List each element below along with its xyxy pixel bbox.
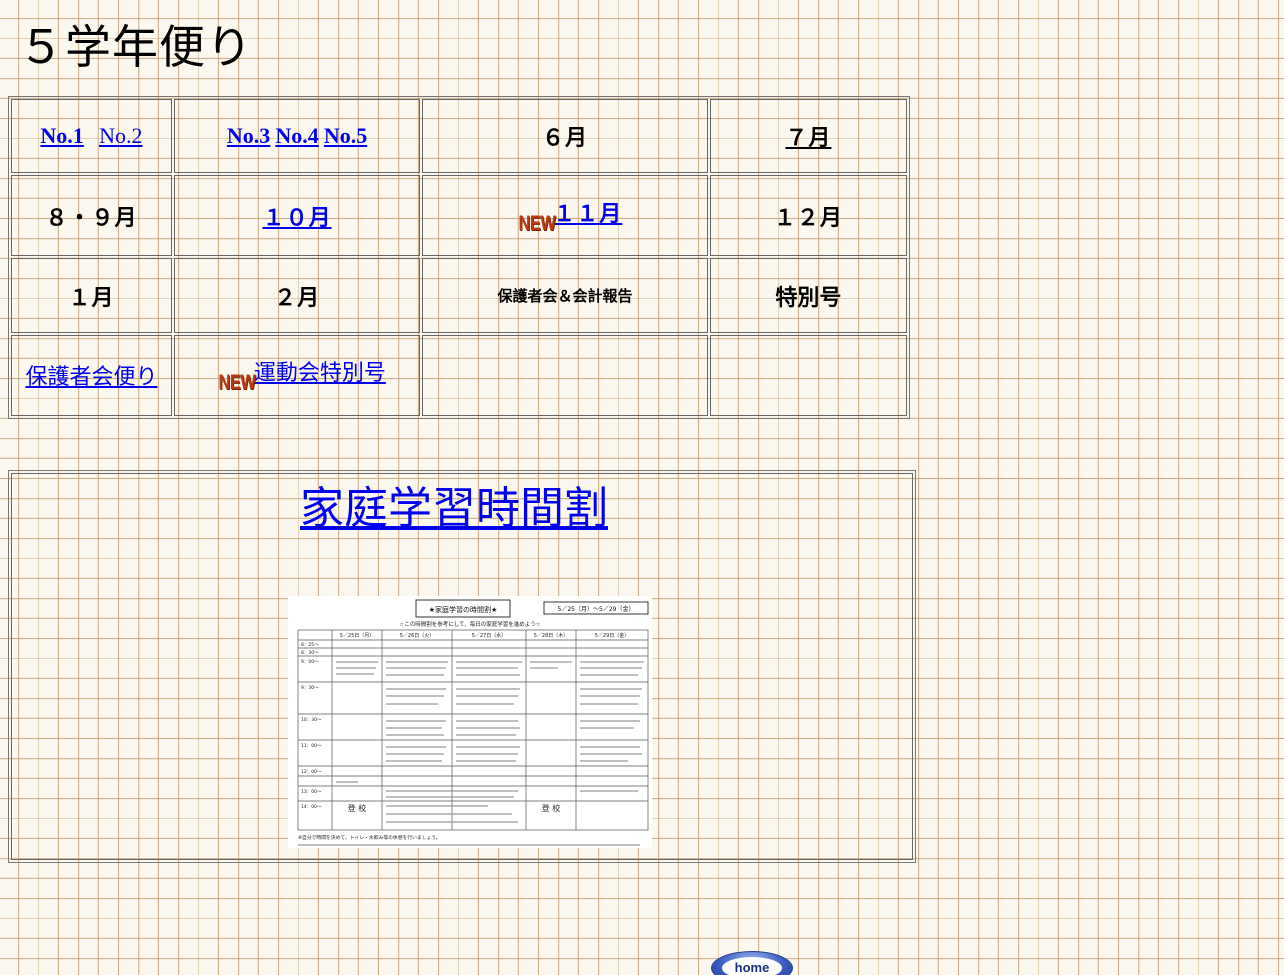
- link-november[interactable]: １１月: [553, 202, 622, 227]
- thumb-time-9: 14：00～: [301, 804, 322, 810]
- page-title: ５学年便り: [18, 20, 253, 74]
- timetable-thumbnail[interactable]: ★家庭学習の時間割★ 5／25（月）～5／29（金） ☆この時間割を参考にして、…: [288, 596, 652, 848]
- thumb-time-3: 9：00～: [301, 659, 319, 665]
- link-no2[interactable]: No.2: [99, 123, 142, 148]
- thumb-day-1: 5／25日（月）: [340, 633, 375, 639]
- cell-no1-no2: No.1 No.2: [11, 99, 172, 174]
- thumb-subtitle: ☆この時間割を参考にして、毎日の家庭学習を進めよう☆: [399, 620, 540, 628]
- label-december: １２月: [773, 205, 843, 231]
- timetable-inner: 家庭学習時間割 ★家庭学習の時間割★ 5／25（月）～5／29（金） ☆この時間…: [11, 473, 913, 860]
- timetable-link[interactable]: 家庭学習時間割: [300, 480, 608, 538]
- cell-june: ６月: [422, 99, 708, 174]
- home-button[interactable]: home: [711, 951, 793, 975]
- thumb-day-5: 5／29日（金）: [595, 632, 630, 639]
- label-january: １月: [68, 285, 115, 311]
- link-july[interactable]: ７月: [785, 126, 831, 151]
- thumb-time-1: 8：25～: [301, 642, 319, 648]
- cell-february: ２月: [173, 258, 421, 333]
- thumb-time-7: 12：00～: [301, 769, 322, 775]
- thumb-footnote: ※自分で時間を決めて、トイレ・水飲み等の休憩を行いましょう。: [298, 834, 441, 841]
- cell-october: １０月: [173, 175, 421, 257]
- link-no4[interactable]: No.4: [275, 123, 318, 148]
- label-special: 特別号: [775, 285, 842, 311]
- link-no1[interactable]: No.1: [40, 123, 83, 148]
- thumb-date-range: 5／25（月）～5／29（金）: [558, 605, 635, 613]
- home-button-label: home: [734, 960, 770, 975]
- thumb-day-4: 5／28日（木）: [534, 632, 569, 639]
- thumb-time-4: 9：30～: [301, 685, 319, 691]
- thumb-title: ★家庭学習の時間割★: [429, 605, 498, 614]
- thumb-time-2: 8：30～: [301, 650, 319, 656]
- thumb-time-8: 13：00～: [301, 789, 322, 795]
- thumb-arrival-1: 登 校: [348, 803, 367, 813]
- label-june: ６月: [542, 126, 589, 152]
- cell-special: 特別号: [709, 258, 907, 333]
- new-badge-icon: NEW: [518, 211, 556, 235]
- cell-no3-no5: No.3 No.4 No.5: [173, 99, 421, 174]
- cell-sports-day: NEW運動会特別号: [173, 334, 421, 416]
- thumb-arrival-2: 登 校: [542, 803, 561, 813]
- cell-july: ７月: [709, 99, 907, 174]
- cell-parents-report: 保護者会＆会計報告: [422, 258, 708, 333]
- link-sports-day-special[interactable]: 運動会特別号: [254, 361, 386, 386]
- link-no3[interactable]: No.3: [227, 123, 270, 148]
- link-october[interactable]: １０月: [263, 206, 332, 231]
- cell-empty-1: [422, 334, 708, 416]
- thumb-time-6: 11：00～: [301, 743, 322, 749]
- cell-parents-letter: 保護者会便り: [11, 334, 172, 416]
- new-badge-icon: NEW: [218, 371, 256, 395]
- thumb-time-5: 10：30～: [301, 717, 322, 723]
- label-february: ２月: [274, 285, 321, 311]
- cell-aug-sep: ８・９月: [11, 175, 172, 257]
- thumb-day-2: 5／26日（火）: [400, 633, 435, 639]
- cell-november: NEW１１月: [422, 175, 708, 257]
- cell-december: １２月: [709, 175, 907, 257]
- link-parents-letter[interactable]: 保護者会便り: [25, 365, 157, 390]
- label-aug-sep: ８・９月: [45, 205, 138, 231]
- link-no5[interactable]: No.5: [324, 123, 367, 148]
- cell-january: １月: [11, 258, 172, 333]
- cell-empty-2: [709, 334, 907, 416]
- newsletter-table: No.1 No.2 No.3 No.4 No.5 ６月 ７月 ８・９月 １０月 …: [8, 96, 910, 419]
- thumb-day-3: 5／27日（水）: [472, 632, 507, 639]
- label-parents-report: 保護者会＆会計報告: [497, 287, 633, 306]
- timetable-section: 家庭学習時間割 ★家庭学習の時間割★ 5／25（月）～5／29（金） ☆この時間…: [8, 470, 916, 863]
